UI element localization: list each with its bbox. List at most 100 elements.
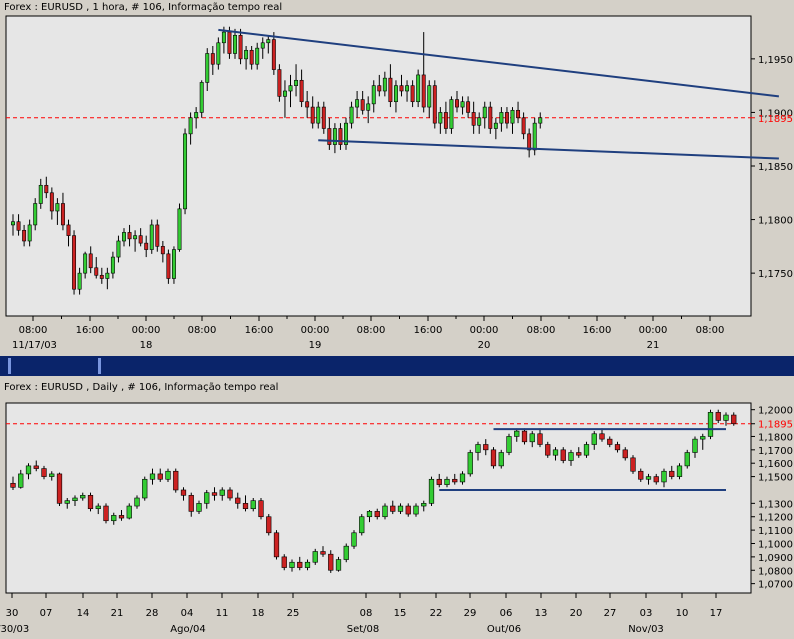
splitter-handle-left[interactable] [8, 358, 11, 374]
price-tick-label: 1,1000 [758, 539, 793, 550]
candle-body-up [219, 489, 225, 496]
candle-body-down [452, 478, 458, 483]
candle-body-down [299, 79, 304, 103]
candle-body-down [103, 505, 109, 522]
candle-body-down [669, 470, 675, 477]
candle-body-up [413, 505, 419, 515]
candle-body-down [466, 101, 471, 113]
candle-body-down [399, 85, 404, 92]
candle-body-down [622, 449, 628, 459]
candle-body-up [33, 203, 38, 226]
candle-body-up [591, 433, 597, 445]
candle-body-up [316, 106, 321, 124]
candle-body-up [366, 511, 373, 518]
candle-body-up [194, 112, 199, 119]
candle-body-down [238, 34, 243, 60]
pane-separator[interactable] [0, 356, 794, 376]
candle-body-up [49, 473, 55, 477]
candle-body-down [41, 468, 47, 477]
daily-candlestick-chart[interactable]: 1,2000 1,18951,1800 1,1700 1,1600 1,1500 1,13… [0, 376, 794, 639]
time-tick-label: 00:00 [301, 325, 330, 336]
candle-body-up [349, 106, 354, 124]
candle-body-up [676, 465, 683, 477]
price-tick-label: 1,1750 [758, 269, 793, 280]
candle-body-down [118, 515, 125, 519]
candle-body-down [483, 444, 489, 451]
splitter-handle-right[interactable] [98, 358, 101, 374]
candle-body-down [271, 39, 276, 70]
candle-body-down [455, 99, 459, 108]
candle-body-down [144, 242, 149, 250]
time-tick-label: 04 [181, 608, 194, 619]
plot-area [5, 402, 752, 594]
candle-body-down [715, 412, 721, 421]
candle-body-up [421, 503, 427, 507]
price-tick-label: 1,0900 [758, 553, 793, 564]
time-tick-label: 13 [535, 608, 548, 619]
candle-body-up [165, 470, 171, 480]
candle-body-down [249, 49, 254, 65]
price-tick-label: 1,1200 [758, 513, 793, 524]
candle-body-up [477, 117, 482, 126]
candle-body-down [266, 516, 272, 534]
candle-body-up [514, 430, 520, 437]
candle-body-down [87, 495, 94, 510]
candle-body-up [294, 79, 299, 86]
candle-body-down [16, 221, 21, 231]
candle-body-up [499, 112, 504, 124]
candle-body-up [289, 561, 295, 568]
candle-body-up [134, 497, 140, 507]
hourly-candlestick-chart[interactable]: 1,19501,19001,18501,18001,17501,189508:0… [0, 0, 794, 356]
candle-body-down [490, 449, 497, 467]
candle-body-down [443, 112, 448, 129]
candle-body-up [366, 103, 371, 111]
candle-body-up [351, 532, 357, 547]
date-label: 18 [140, 340, 153, 351]
candle-body-down [521, 117, 526, 135]
candle-body-up [393, 85, 398, 103]
candle-body-down [504, 112, 509, 124]
candle-body-up [233, 34, 237, 54]
candle-body-down [22, 229, 27, 242]
candle-body-down [599, 433, 605, 440]
candle-body-down [242, 503, 249, 510]
time-tick-label: 08:00 [188, 325, 217, 336]
price-tick-label: 1,1895 [758, 420, 793, 431]
candle-body-up [382, 77, 387, 92]
candle-body-down [310, 106, 315, 124]
candle-body-up [105, 272, 110, 279]
candle-body-down [281, 556, 287, 568]
date-label: 20 [478, 340, 491, 351]
candle-body-up [427, 85, 432, 108]
candle-body-up [482, 106, 487, 119]
candle-body-up [95, 505, 101, 510]
candle-body-up [133, 235, 138, 240]
time-tick-label: 29 [464, 608, 477, 619]
candle-body-down [66, 224, 71, 236]
candle-body-up [199, 82, 204, 113]
candle-body-down [56, 473, 63, 504]
candle-body-up [397, 505, 404, 512]
candle-body-down [516, 109, 521, 119]
price-tick-label: 1,1800 [758, 216, 793, 227]
candle-body-up [692, 438, 698, 453]
candle-body-up [244, 49, 249, 60]
price-tick-label: 1,1850 [758, 162, 793, 173]
time-tick-label: 25 [287, 608, 300, 619]
time-tick-label: 20 [570, 608, 583, 619]
time-tick-label: 28 [146, 608, 159, 619]
candle-body-down [421, 74, 426, 108]
time-tick-label: 27 [604, 608, 617, 619]
candle-body-up [288, 85, 293, 92]
candle-body-up [149, 224, 154, 250]
candle-body-up [312, 551, 318, 563]
candle-body-down [72, 235, 77, 290]
candle-body-up [183, 133, 188, 210]
time-tick-label: 08:00 [19, 325, 48, 336]
candle-body-up [355, 99, 360, 108]
candle-body-down [360, 99, 365, 111]
time-tick-label: 00:00 [639, 325, 668, 336]
candle-body-up [568, 452, 574, 461]
candle-body-up [126, 505, 132, 519]
candle-body-down [576, 452, 582, 456]
